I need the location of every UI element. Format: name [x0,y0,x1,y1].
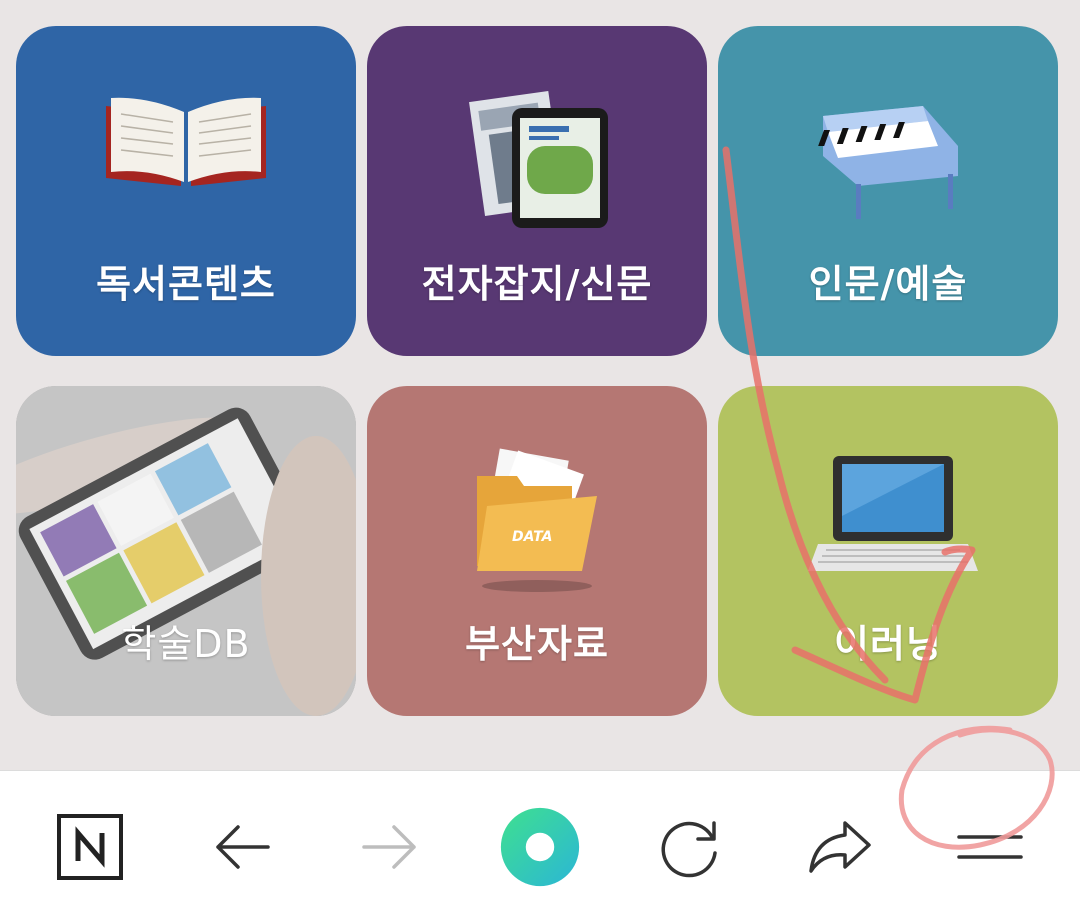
menu-button[interactable] [950,807,1030,887]
green-circle-home-icon [500,807,580,887]
menu-icon [957,835,1023,859]
laptop-icon [808,456,978,571]
forward-button[interactable] [350,807,430,887]
tile-label: 학술DB [121,622,251,666]
tile-label: 독서콘텐츠 [96,262,276,306]
tile-label: 부산자료 [465,622,609,666]
share-button[interactable] [800,807,880,887]
piano-icon [818,106,958,219]
tile-label: 전자잡지/신문 [421,262,653,306]
data-folder-icon: DATA [477,448,597,592]
tile-reading-contents[interactable]: 독서콘텐츠 [16,26,356,356]
browser-bottom-toolbar [0,770,1080,920]
share-icon [809,821,871,873]
tile-emagazine-newspaper[interactable]: 전자잡지/신문 [367,26,707,356]
tile-academic-db[interactable]: 학술DB [16,386,356,716]
category-grid: 독서콘텐츠 전자잡지/신문 인문/예술 학술DB DATA 부산자료 이러닝 [0,0,1080,770]
green-dot-button[interactable] [500,807,580,887]
svg-text:DATA: DATA [512,529,552,545]
refresh-button[interactable] [650,807,730,887]
back-arrow-icon [216,825,270,869]
refresh-icon [661,821,717,878]
naver-home-button[interactable] [50,807,130,887]
magazine-tablet-icon [469,91,608,228]
naver-n-icon [57,814,123,880]
back-button[interactable] [202,807,282,887]
tile-elearning[interactable]: 이러닝 [718,386,1058,716]
forward-arrow-icon [362,825,416,869]
tile-label: 이러닝 [834,622,942,666]
tile-label: 인문/예술 [808,262,968,306]
tile-humanities-arts[interactable]: 인문/예술 [718,26,1058,356]
tile-busan-materials[interactable]: DATA 부산자료 [367,386,707,716]
book-icon [106,97,266,186]
